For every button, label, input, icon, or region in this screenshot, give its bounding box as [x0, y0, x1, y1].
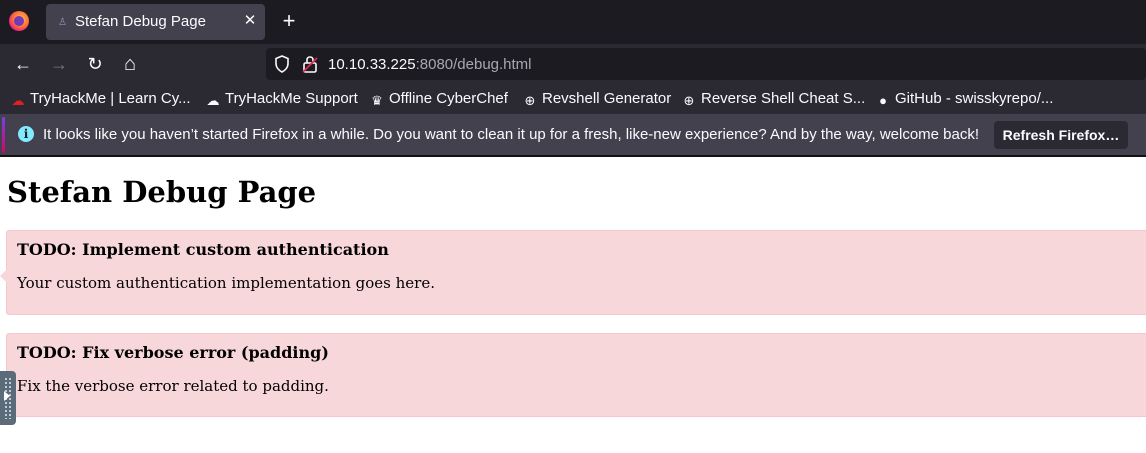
page-title: Stefan Debug Page — [7, 175, 317, 209]
todo-alert-verbose-error: TODO: Fix verbose error (padding) Fix th… — [6, 333, 1146, 417]
notification-accent — [2, 117, 5, 153]
bookmark-label: Offline CyberChef — [389, 90, 508, 107]
info-icon: i — [18, 126, 34, 142]
cloud-icon: ☁ — [206, 93, 220, 108]
todo-alert-authentication: TODO: Implement custom authentication Yo… — [0, 230, 1146, 315]
tab-close-icon[interactable]: ✕ — [242, 12, 258, 30]
back-button[interactable]: ← — [11, 52, 35, 76]
url-bar[interactable]: 10.10.33.225:8080/debug.html — [266, 48, 1146, 80]
sidebar-drag-handle[interactable] — [0, 371, 16, 425]
bookmark-label: TryHackMe Support — [225, 90, 358, 107]
bookmark-tryhackme[interactable]: ☁ TryHackMe | Learn Cy... — [11, 90, 191, 108]
todo-text: Your custom authentication implementatio… — [17, 274, 435, 292]
bookmark-label: Revshell Generator — [542, 90, 672, 107]
todo-text: Fix the verbose error related to padding… — [17, 377, 329, 395]
todo-heading: TODO: Implement custom authentication — [17, 240, 389, 259]
expand-arrow-icon[interactable] — [4, 391, 10, 401]
todo-heading: TODO: Fix verbose error (padding) — [17, 343, 329, 362]
url-host: 10.10.33.225 — [328, 56, 416, 73]
globe-icon: ⊕ — [683, 93, 695, 108]
refresh-firefox-button[interactable]: Refresh Firefox… — [994, 121, 1128, 149]
bookmark-reverse-shell-cheat[interactable]: ⊕ Reverse Shell Cheat S... — [682, 90, 866, 108]
tab-active[interactable]: ♙ Stefan Debug Page ✕ — [46, 4, 265, 40]
favicon-icon: ♙ — [58, 17, 67, 28]
navigation-toolbar: ← → ↻ ⌂ 10.10.33.225:8080/debug.html — [0, 44, 1146, 84]
forward-button[interactable]: → — [47, 52, 71, 76]
notification-bar: i It looks like you haven’t started Fire… — [0, 114, 1146, 157]
notification-message: It looks like you haven’t started Firefo… — [43, 126, 980, 143]
bookmark-label: GitHub - swisskyrepo/... — [895, 90, 1054, 107]
bookmark-revshell-generator[interactable]: ⊕ Revshell Generator — [523, 90, 672, 108]
tryhackme-icon: ☁ — [11, 93, 25, 108]
page-content: Stefan Debug Page TODO: Implement custom… — [0, 157, 1146, 453]
url-text[interactable]: 10.10.33.225:8080/debug.html — [328, 56, 532, 73]
reload-button[interactable]: ↻ — [83, 52, 107, 76]
firefox-logo-icon[interactable] — [9, 11, 29, 31]
url-path: :8080/debug.html — [415, 56, 532, 73]
bookmark-label: Reverse Shell Cheat S... — [701, 90, 866, 107]
notch — [0, 269, 7, 283]
tracking-shield-icon[interactable] — [274, 55, 290, 73]
chef-hat-icon: ♛ — [371, 93, 383, 108]
tab-title: Stefan Debug Page — [75, 13, 206, 30]
insecure-lock-icon[interactable] — [302, 55, 318, 73]
bookmark-github-swisskyrepo[interactable]: ● GitHub - swisskyrepo/... — [876, 90, 1053, 108]
globe-icon: ⊕ — [524, 93, 536, 108]
tab-bar: ♙ Stefan Debug Page ✕ + — [0, 0, 1146, 44]
bookmark-label: TryHackMe | Learn Cy... — [30, 90, 191, 107]
home-button[interactable]: ⌂ — [118, 52, 142, 76]
new-tab-button[interactable]: + — [279, 10, 299, 32]
github-icon: ● — [879, 93, 887, 108]
bookmarks-toolbar: ☁ TryHackMe | Learn Cy... ☁ TryHackMe Supp… — [0, 84, 1146, 114]
bookmark-offline-cyberchef[interactable]: ♛ Offline CyberChef — [370, 90, 508, 108]
bookmark-tryhackme-support[interactable]: ☁ TryHackMe Support — [206, 90, 358, 108]
